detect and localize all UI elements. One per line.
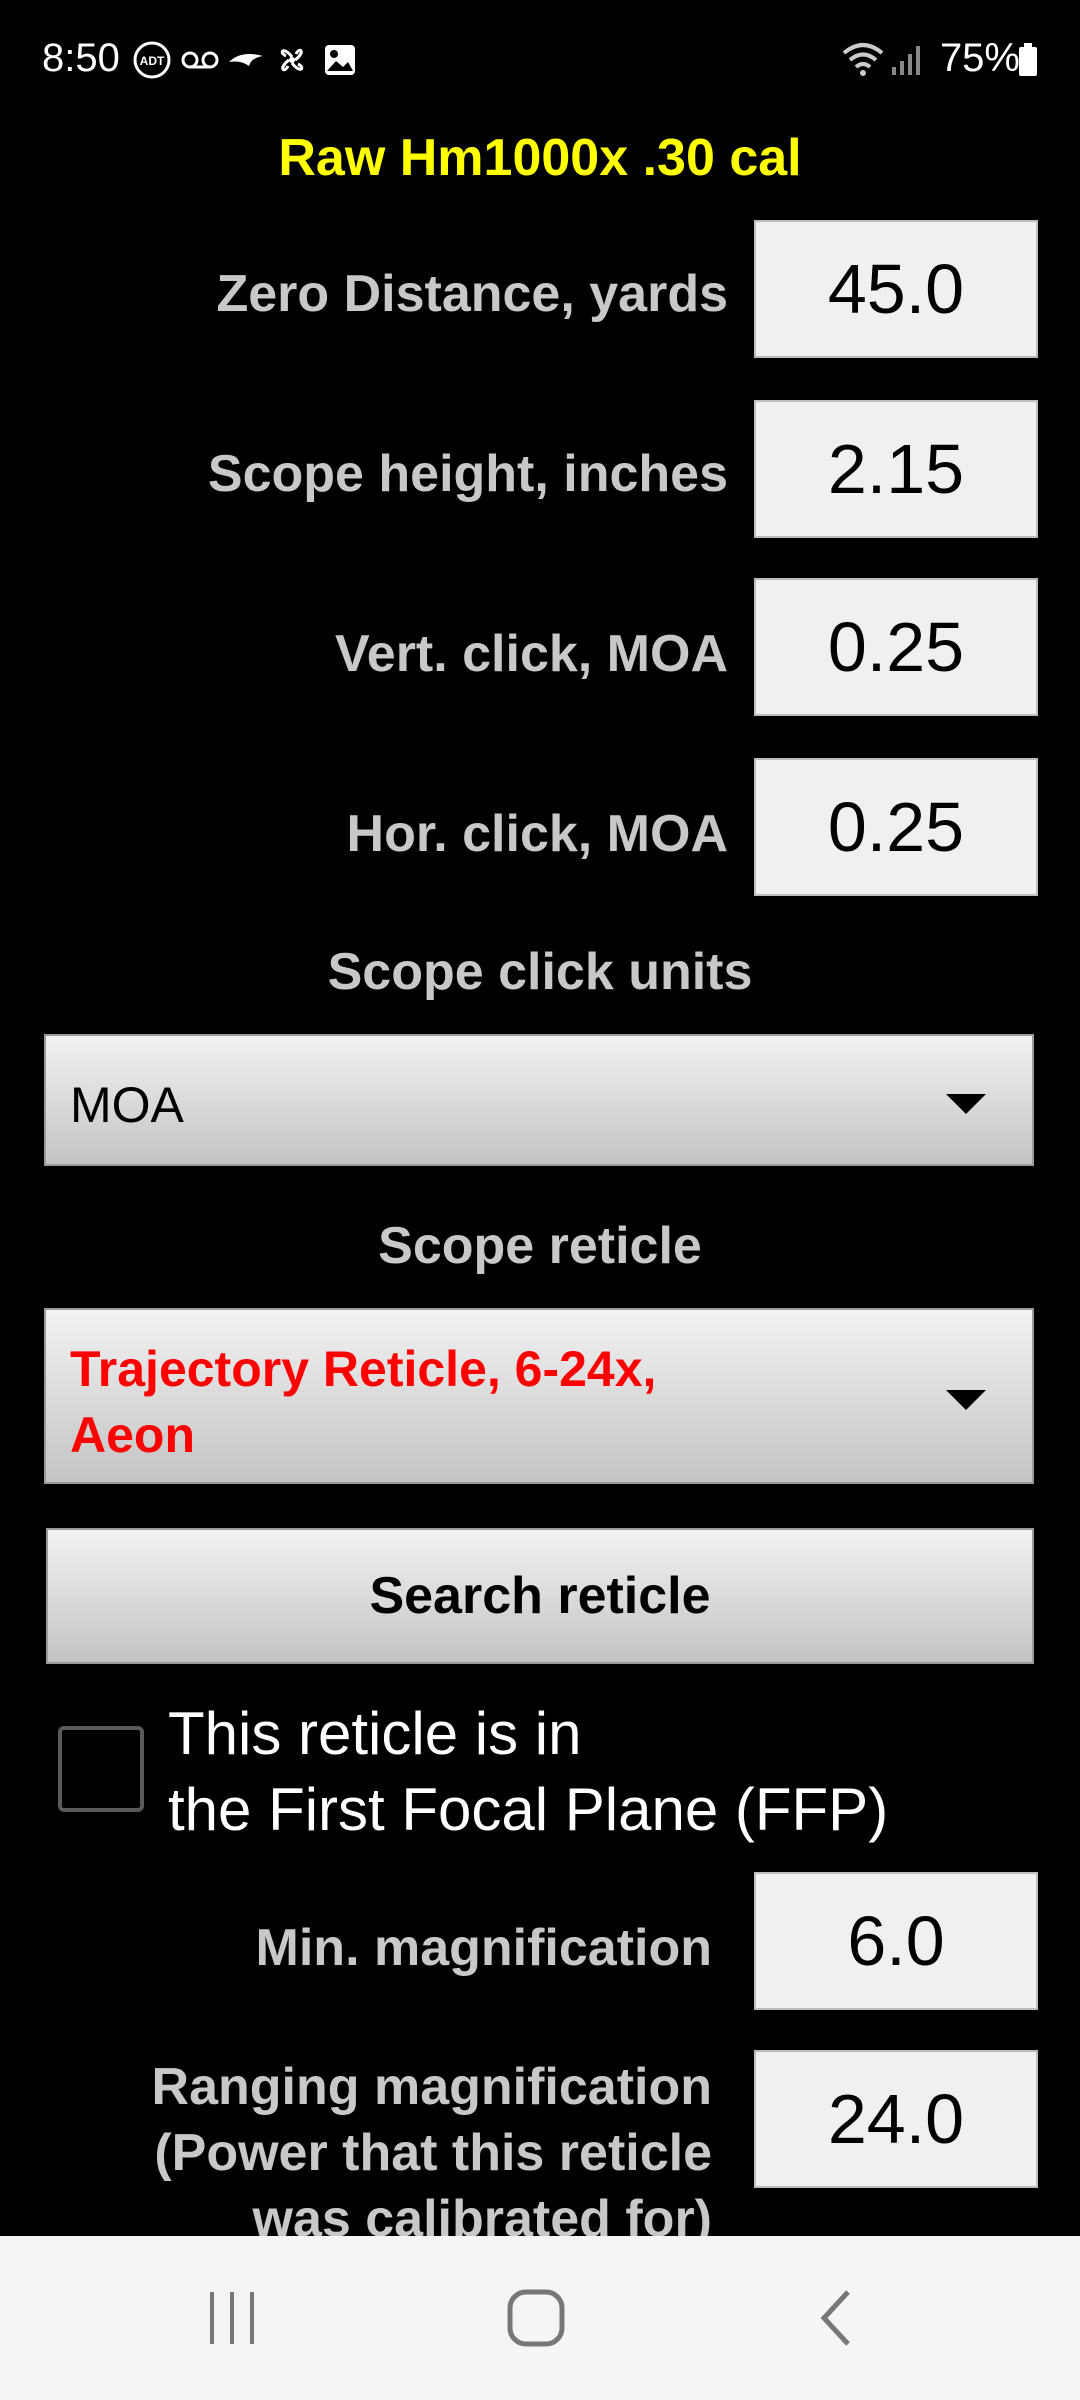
scope-height-label: Scope height, inches [207, 445, 728, 503]
ranging-magnification-input[interactable]: 24.0 [754, 2050, 1038, 2188]
status-bar: 8:50 ADT 75% [0, 0, 1080, 120]
svg-text:ADT: ADT [140, 54, 165, 68]
scope-reticle-value: Trajectory Reticle, 6-24x, Aeon [70, 1336, 656, 1468]
ranging-label-line1: Ranging magnification [151, 2058, 712, 2116]
scope-reticle-value-line1: Trajectory Reticle, 6-24x, [70, 1341, 657, 1397]
status-time: 8:50 [42, 36, 120, 80]
battery-percent: 75% [939, 36, 1020, 80]
min-magnification-input[interactable]: 6.0 [754, 1872, 1038, 2010]
profile-title: Raw Hm1000x .30 cal [278, 129, 802, 187]
pinwheel-icon [272, 40, 312, 80]
zero-distance-input[interactable]: 45.0 [754, 220, 1038, 358]
scope-reticle-dropdown[interactable]: Trajectory Reticle, 6-24x, Aeon [44, 1308, 1034, 1484]
ffp-label-line2: the First Focal Plane (FFP) [168, 1776, 889, 1843]
adt-icon: ADT [132, 40, 172, 80]
recent-apps-icon[interactable] [200, 2288, 264, 2348]
chevron-down-icon [946, 1390, 986, 1410]
ranging-label-line2: (Power that this reticle [154, 2124, 712, 2182]
search-reticle-button[interactable]: Search reticle [46, 1528, 1034, 1664]
voicemail-icon [180, 40, 220, 80]
vert-click-input[interactable]: 0.25 [754, 578, 1038, 716]
chevron-down-icon [946, 1094, 986, 1114]
image-icon [320, 40, 360, 80]
zero-distance-label: Zero Distance, yards [216, 265, 728, 323]
ffp-checkbox-label[interactable]: This reticle is in the First Focal Plane… [168, 1696, 1068, 1848]
signal-icon [890, 40, 924, 80]
scope-click-units-label: Scope click units [327, 943, 753, 1001]
ravens-icon [226, 40, 266, 80]
min-magnification-label: Min. magnification [255, 1919, 712, 1977]
hor-click-input[interactable]: 0.25 [754, 758, 1038, 896]
scope-reticle-label: Scope reticle [378, 1217, 702, 1275]
battery-icon [1016, 40, 1040, 80]
scope-click-units-dropdown[interactable]: MOA [44, 1034, 1034, 1166]
ffp-label-line1: This reticle is in [168, 1700, 582, 1767]
scope-click-units-value: MOA [70, 1077, 184, 1133]
wifi-icon [840, 40, 886, 80]
vert-click-label: Vert. click, MOA [334, 625, 728, 683]
ffp-checkbox[interactable] [58, 1726, 144, 1812]
scope-reticle-value-line2: Aeon [70, 1407, 195, 1463]
navigation-bar [0, 2236, 1080, 2400]
ranging-magnification-label: Ranging magnification (Power that this r… [60, 2054, 712, 2252]
hor-click-label: Hor. click, MOA [346, 805, 728, 863]
back-icon[interactable] [816, 2288, 856, 2348]
home-icon[interactable] [504, 2286, 568, 2350]
scope-height-input[interactable]: 2.15 [754, 400, 1038, 538]
